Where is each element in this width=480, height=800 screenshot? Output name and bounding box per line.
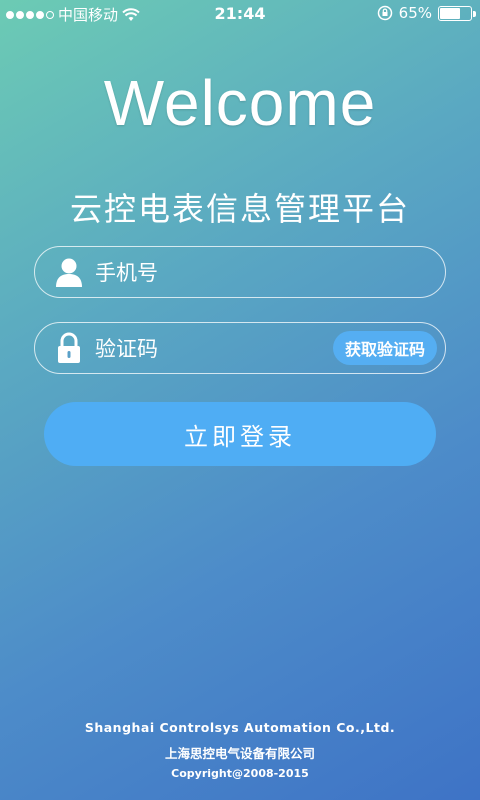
footer-company-cn: 上海思控电气设备有限公司 <box>164 746 315 761</box>
user-icon <box>51 254 87 290</box>
status-right: 65% <box>377 4 476 22</box>
battery-icon <box>438 5 476 21</box>
login-button[interactable]: 立即登录 <box>44 402 436 466</box>
lock-icon <box>51 330 87 366</box>
battery-percent: 65% <box>398 4 432 22</box>
status-bar: 中国移动 21:44 65% <box>0 0 480 28</box>
phone-input[interactable]: 手机号 <box>95 257 445 287</box>
welcome-title: Welcome <box>103 67 377 139</box>
phone-field[interactable]: 手机号 <box>34 246 446 298</box>
app-subtitle: 云控电表信息管理平台 <box>69 190 410 228</box>
footer-copyright: Copyright@2008-2015 <box>171 767 309 780</box>
orientation-lock-icon <box>377 5 392 21</box>
footer-company-en: Shanghai Controlsys Automation Co.,Ltd. <box>84 720 396 735</box>
code-field[interactable]: 验证码 获取验证码 <box>34 322 446 374</box>
battery-level <box>440 7 460 19</box>
get-code-button[interactable]: 获取验证码 <box>332 331 437 365</box>
